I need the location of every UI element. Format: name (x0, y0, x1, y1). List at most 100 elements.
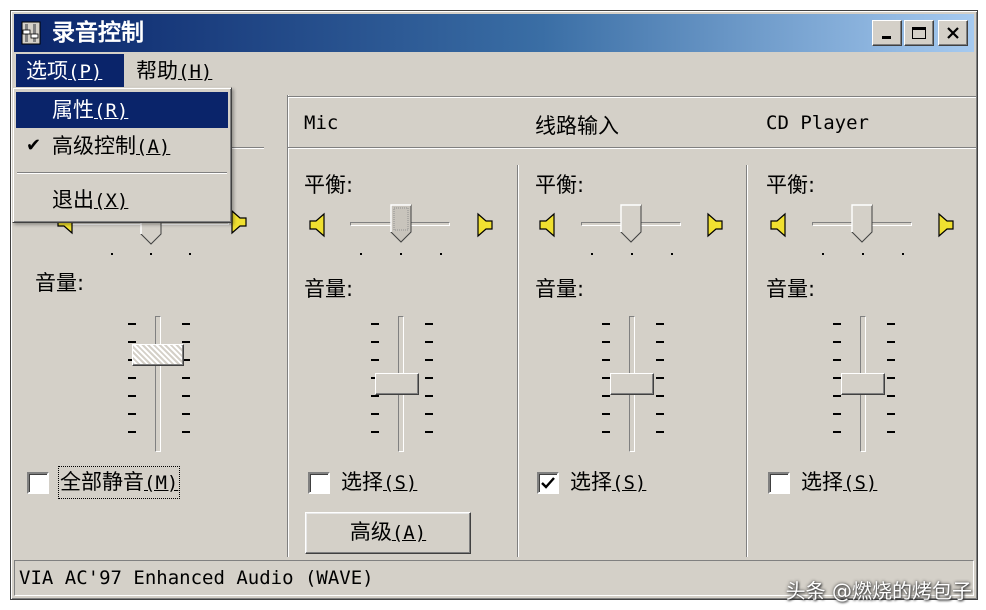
advanced-button[interactable]: 高级(A) (305, 512, 471, 554)
menu-item-advanced-controls[interactable]: ✔ 高级控制(A) (16, 128, 228, 164)
right-speaker-icon (707, 212, 723, 238)
tick-mark (371, 323, 379, 325)
menu-item-properties[interactable]: 属性(R) (16, 92, 228, 128)
right-speaker-icon (477, 212, 493, 238)
window-title: 录音控制 (52, 20, 144, 46)
tick-mark (128, 413, 136, 415)
tick-mark (182, 413, 190, 415)
tick-mark (887, 395, 895, 397)
mic-select-label[interactable]: 选择(S) (341, 468, 417, 497)
mic-select-checkbox[interactable] (308, 472, 330, 494)
tick-mark (425, 395, 433, 397)
header-top-line (288, 96, 976, 98)
properties-mnemonic: (R) (94, 100, 129, 122)
menu-options-mnemonic: (P) (68, 61, 103, 83)
tick-mark (656, 323, 664, 325)
tick-mark (371, 413, 379, 415)
mute-all-label[interactable]: 全部静音(M) (57, 466, 181, 499)
tick-mark (425, 431, 433, 433)
tick-mark (862, 253, 864, 255)
tick-mark (887, 323, 895, 325)
cd-player-balance-thumb[interactable] (851, 204, 873, 244)
menu-options[interactable]: 选项(P) (16, 54, 124, 88)
line-in-select-checkbox[interactable] (537, 472, 559, 494)
title-bar[interactable]: 录音控制 (14, 14, 974, 52)
cd-player-balance-label: 平衡: (766, 173, 816, 197)
cd-player-select-checkbox[interactable] (768, 472, 790, 494)
tick-mark (833, 431, 841, 433)
tick-mark (833, 341, 841, 343)
tick-mark (182, 395, 190, 397)
mic-balance-thumb[interactable] (390, 204, 412, 244)
line-in-balance-label: 平衡: (535, 173, 585, 197)
close-button[interactable] (938, 20, 968, 46)
exit-mnemonic: (X) (94, 190, 129, 212)
tick-mark (822, 253, 824, 255)
master-volume-thumb[interactable] (132, 344, 184, 366)
tick-mark (833, 395, 841, 397)
column-separator (746, 165, 748, 557)
menu-item-exit[interactable]: 退出(X) (16, 182, 228, 218)
properties-label: 属性 (52, 98, 94, 122)
tick-mark (182, 341, 190, 343)
tick-mark (887, 377, 895, 379)
cd-player-volume-label: 音量: (766, 277, 816, 301)
tick-mark (833, 323, 841, 325)
tick-mark (671, 253, 673, 255)
line-in-volume-label: 音量: (535, 277, 585, 301)
mute-all-checkbox[interactable] (27, 472, 49, 494)
menu-help-mnemonic: (H) (178, 61, 213, 83)
cd-player-volume-thumb[interactable] (841, 373, 885, 395)
mute-all-mnemonic: (M) (144, 472, 179, 494)
line-in-volume-thumb[interactable] (610, 373, 654, 395)
tick-mark (425, 341, 433, 343)
menu-separator (17, 172, 227, 174)
mic-select-mnemonic: (S) (383, 472, 418, 494)
tick-mark (128, 341, 136, 343)
tick-mark (602, 377, 610, 379)
cd-player-select-text: 选择 (801, 470, 843, 494)
tick-mark (887, 431, 895, 433)
tick-mark (656, 395, 664, 397)
line-in-balance-thumb[interactable] (620, 204, 642, 244)
mic-volume-thumb[interactable] (375, 373, 419, 395)
mic-channel-name: Mic (304, 112, 339, 134)
volume-app-icon (21, 21, 41, 45)
advanced-button-mnemonic: (A) (391, 522, 427, 544)
advanced-button-text: 高级 (349, 520, 392, 544)
tick-mark (602, 431, 610, 433)
tick-mark (371, 431, 379, 433)
tick-mark (656, 413, 664, 415)
tick-mark (656, 341, 664, 343)
column-separator (287, 95, 289, 557)
checkmark-icon (541, 477, 555, 489)
cd-player-select-label[interactable]: 选择(S) (801, 468, 877, 497)
tick-mark (833, 413, 841, 415)
maximize-button[interactable] (904, 20, 934, 46)
minimize-button[interactable] (872, 20, 902, 46)
cd-player-select-mnemonic: (S) (843, 472, 878, 494)
tick-mark (887, 413, 895, 415)
exit-label: 退出 (52, 188, 94, 212)
menu-options-label: 选项 (26, 59, 68, 83)
tick-mark (602, 323, 610, 325)
line-in-select-label[interactable]: 选择(S) (570, 468, 646, 497)
tick-mark (371, 341, 379, 343)
tick-mark (631, 253, 633, 255)
line-in-select-mnemonic: (S) (612, 472, 647, 494)
tick-mark (602, 359, 610, 361)
tick-mark (887, 359, 895, 361)
left-speaker-icon (539, 212, 555, 238)
tick-mark (150, 253, 152, 255)
cd-player-channel-name: CD Player (766, 112, 869, 134)
tick-mark (833, 377, 841, 379)
menu-help[interactable]: 帮助(H) (126, 54, 222, 88)
options-dropdown-menu: 属性(R) ✔ 高级控制(A) 退出(X) (12, 87, 232, 223)
menu-help-label: 帮助 (136, 59, 178, 83)
advanced-controls-label: 高级控制 (52, 134, 136, 158)
tick-mark (656, 431, 664, 433)
tick-mark (189, 253, 191, 255)
menu-bar: 选项(P) 帮助(H) (14, 54, 974, 88)
checkmark-icon: ✔ (26, 135, 42, 156)
tick-mark (371, 359, 379, 361)
